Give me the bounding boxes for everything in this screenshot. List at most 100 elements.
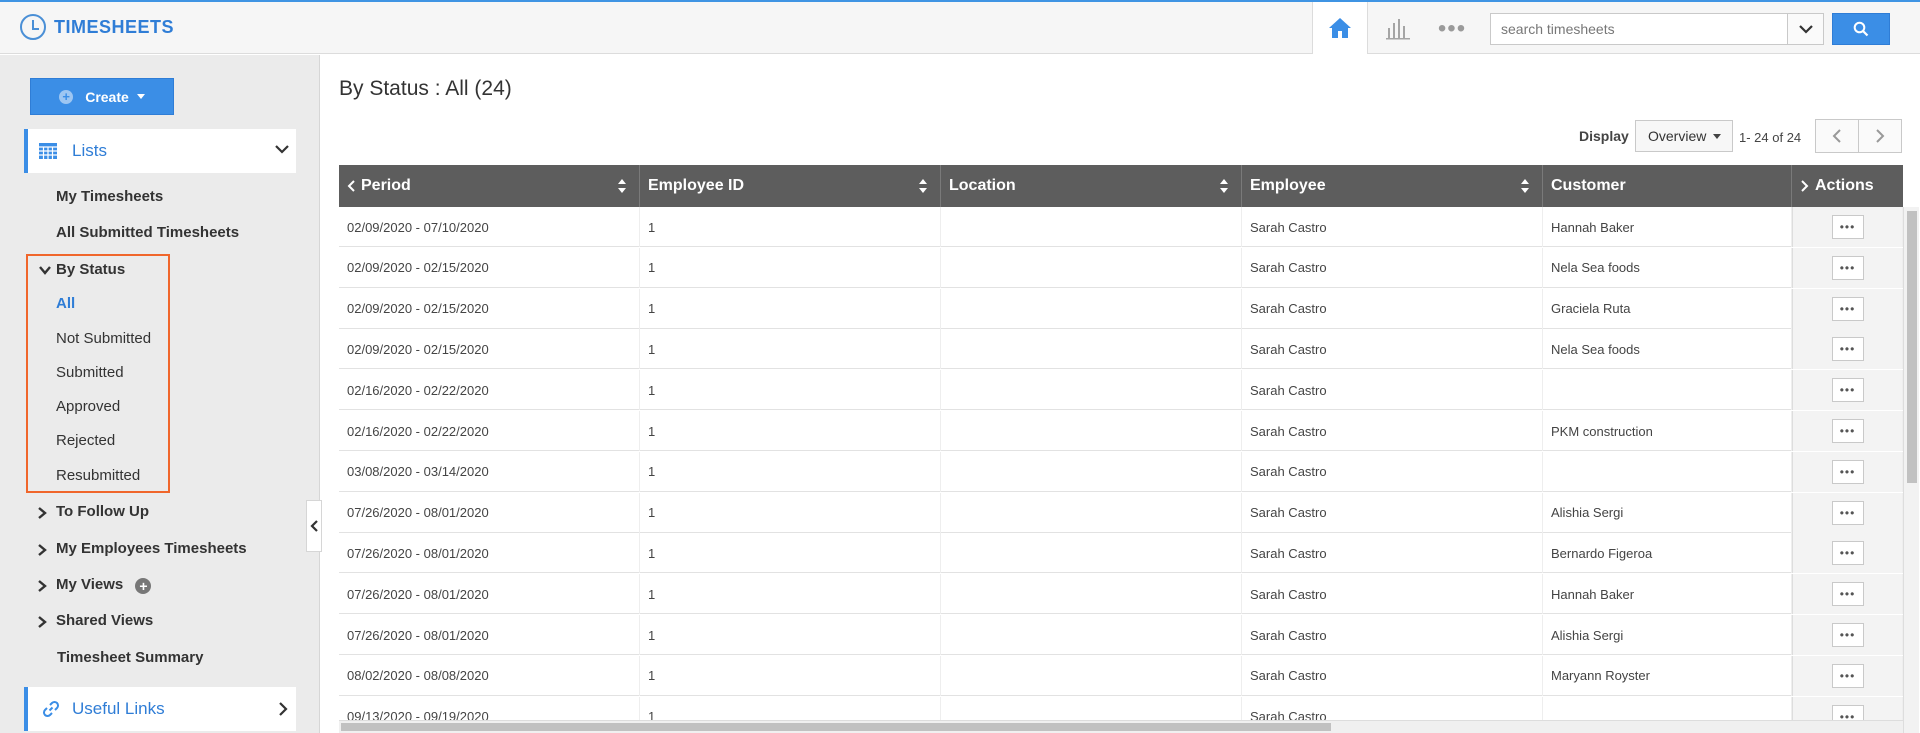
vertical-scrollbar-thumb[interactable] xyxy=(1907,211,1917,483)
row-actions-button[interactable]: ••• xyxy=(1831,663,1864,688)
chevron-left-icon xyxy=(347,180,355,192)
table-row[interactable]: 07/26/2020 - 08/01/2020 1 Sarah Castro Hann… xyxy=(339,574,1903,615)
table-row[interactable]: 07/26/2020 - 08/01/2020 1 Sarah Castro Bern… xyxy=(339,533,1903,574)
chevron-right-icon xyxy=(1876,129,1885,143)
display-label: Display xyxy=(1579,128,1629,144)
cell-customer: Graciela Ruta xyxy=(1543,288,1792,329)
sort-icon xyxy=(919,179,927,193)
table-row[interactable]: 02/09/2020 - 02/15/2020 1 Sarah Castro Nela… xyxy=(339,329,1903,370)
useful-links-panel-header[interactable]: Useful Links xyxy=(24,687,296,731)
chevron-right-icon xyxy=(38,580,47,592)
sidebar-collapse-handle[interactable] xyxy=(306,500,322,552)
cell-period: 02/16/2020 - 02/22/2020 xyxy=(339,411,640,451)
cell-employee-id: 1 xyxy=(640,247,941,288)
plus-icon: + xyxy=(59,89,74,104)
add-view-icon[interactable]: + xyxy=(135,578,152,594)
sidebar-item-my-employees-timesheets[interactable]: My Employees Timesheets xyxy=(56,540,247,557)
row-actions-button[interactable]: ••• xyxy=(1831,215,1864,239)
cell-employee: Sarah Castro xyxy=(1242,247,1543,288)
create-label: Create xyxy=(85,88,129,105)
table-row[interactable]: 02/16/2020 - 02/22/2020 1 Sarah Castro PKM … xyxy=(339,411,1903,451)
search-icon xyxy=(1853,21,1869,37)
more-dots-icon: ••• xyxy=(1437,15,1467,42)
row-actions-button[interactable]: ••• xyxy=(1831,296,1864,321)
sidebar-item-my-views[interactable]: My Views + xyxy=(56,576,152,594)
prev-page-button[interactable] xyxy=(1815,119,1859,153)
status-item-rejected[interactable]: Rejected xyxy=(56,432,115,449)
cell-period: 08/02/2020 - 08/08/2020 xyxy=(339,655,640,696)
vertical-scrollbar[interactable] xyxy=(1903,207,1919,733)
reports-button[interactable] xyxy=(1380,14,1416,44)
row-actions-button[interactable]: ••• xyxy=(1831,419,1864,443)
horizontal-scrollbar-thumb[interactable] xyxy=(341,723,1331,731)
table-row[interactable]: 02/09/2020 - 02/15/2020 1 Sarah Castro Grac… xyxy=(339,288,1903,329)
status-item-resubmitted[interactable]: Resubmitted xyxy=(56,467,140,484)
next-page-button[interactable] xyxy=(1858,119,1902,153)
column-header-location[interactable]: Location xyxy=(941,165,1242,207)
table-row[interactable]: 07/26/2020 - 08/01/2020 1 Sarah Castro Alis… xyxy=(339,615,1903,655)
cell-location xyxy=(941,247,1242,288)
column-header-employee[interactable]: Employee xyxy=(1242,165,1543,207)
table-row[interactable]: 07/26/2020 - 08/01/2020 1 Sarah Castro Alis… xyxy=(339,492,1903,533)
status-item-submitted[interactable]: Submitted xyxy=(56,364,124,381)
row-actions-button[interactable]: ••• xyxy=(1831,378,1864,403)
top-bar: TIMESHEETS ••• xyxy=(0,0,1920,54)
row-actions-button[interactable]: ••• xyxy=(1831,337,1864,362)
sidebar-item-shared-views[interactable]: Shared Views xyxy=(56,612,153,629)
cell-location xyxy=(941,574,1242,615)
cell-customer: Nela Sea foods xyxy=(1543,247,1792,288)
column-header-customer[interactable]: Customer xyxy=(1543,165,1792,207)
cell-customer xyxy=(1543,370,1792,411)
lists-panel-header[interactable]: Lists xyxy=(24,129,296,173)
display-select[interactable]: Overview xyxy=(1635,120,1733,152)
row-actions-button[interactable]: ••• xyxy=(1831,500,1864,525)
pager-text: 1- 24 of 24 xyxy=(1739,130,1802,145)
status-item-not-submitted[interactable]: Not Submitted xyxy=(56,330,151,347)
create-button[interactable]: + Create xyxy=(30,78,174,115)
status-item-all[interactable]: All xyxy=(56,295,75,312)
column-header-actions[interactable]: Actions xyxy=(1792,165,1903,207)
sidebar-item-to-follow-up[interactable]: To Follow Up xyxy=(56,503,149,520)
cell-customer: Alishia Sergi xyxy=(1543,492,1792,533)
app-title: TIMESHEETS xyxy=(54,16,175,37)
column-header-employee-id[interactable]: Employee ID xyxy=(640,165,941,207)
sidebar-item-by-status[interactable]: By Status xyxy=(56,261,125,278)
table-row[interactable]: 02/09/2020 - 02/15/2020 1 Sarah Castro Nela… xyxy=(339,247,1903,288)
status-item-approved[interactable]: Approved xyxy=(56,398,120,415)
calendar-grid-icon xyxy=(39,143,57,159)
row-actions-button[interactable]: ••• xyxy=(1831,582,1864,607)
home-button[interactable] xyxy=(1312,2,1368,54)
chevron-right-icon xyxy=(279,702,288,716)
row-actions-button[interactable]: ••• xyxy=(1831,541,1864,566)
cell-employee: Sarah Castro xyxy=(1242,329,1543,370)
search-dropdown-button[interactable] xyxy=(1787,14,1823,44)
row-actions-button[interactable]: ••• xyxy=(1831,623,1864,647)
column-location-label: Location xyxy=(949,177,1016,194)
search-input[interactable] xyxy=(1491,14,1787,44)
cell-actions: ••• xyxy=(1792,207,1903,247)
table-row[interactable]: 02/09/2020 - 07/10/2020 1 Sarah Castro Hann… xyxy=(339,207,1903,247)
cell-customer: Hannah Baker xyxy=(1543,207,1792,247)
cell-employee-id: 1 xyxy=(640,370,941,411)
caret-down-icon xyxy=(1713,133,1722,139)
horizontal-scrollbar[interactable] xyxy=(339,720,1903,733)
sidebar: + Create Lists My Timesheets All Submitt… xyxy=(0,55,322,733)
row-actions-button[interactable]: ••• xyxy=(1831,459,1864,484)
sidebar-item-my-timesheets[interactable]: My Timesheets xyxy=(56,188,163,205)
table-header: Period Employee ID Location Employee Cus… xyxy=(339,165,1903,207)
sidebar-item-all-submitted[interactable]: All Submitted Timesheets xyxy=(56,224,239,241)
cell-location xyxy=(941,329,1242,370)
sidebar-item-timesheet-summary[interactable]: Timesheet Summary xyxy=(57,649,203,666)
column-header-period[interactable]: Period xyxy=(339,165,640,207)
search-button[interactable] xyxy=(1832,13,1890,45)
app-brand[interactable]: TIMESHEETS xyxy=(20,14,174,40)
cell-actions: ••• xyxy=(1792,370,1903,411)
table-row[interactable]: 02/16/2020 - 02/22/2020 1 Sarah Castro ••• xyxy=(339,370,1903,411)
cell-actions: ••• xyxy=(1792,288,1903,329)
more-apps-button[interactable]: ••• xyxy=(1432,14,1472,44)
cell-employee-id: 1 xyxy=(640,615,941,655)
row-actions-button[interactable]: ••• xyxy=(1831,255,1864,280)
table-row[interactable]: 08/02/2020 - 08/08/2020 1 Sarah Castro Mary… xyxy=(339,655,1903,696)
table-row[interactable]: 03/08/2020 - 03/14/2020 1 Sarah Castro ••• xyxy=(339,451,1903,492)
cell-employee-id: 1 xyxy=(640,492,941,533)
